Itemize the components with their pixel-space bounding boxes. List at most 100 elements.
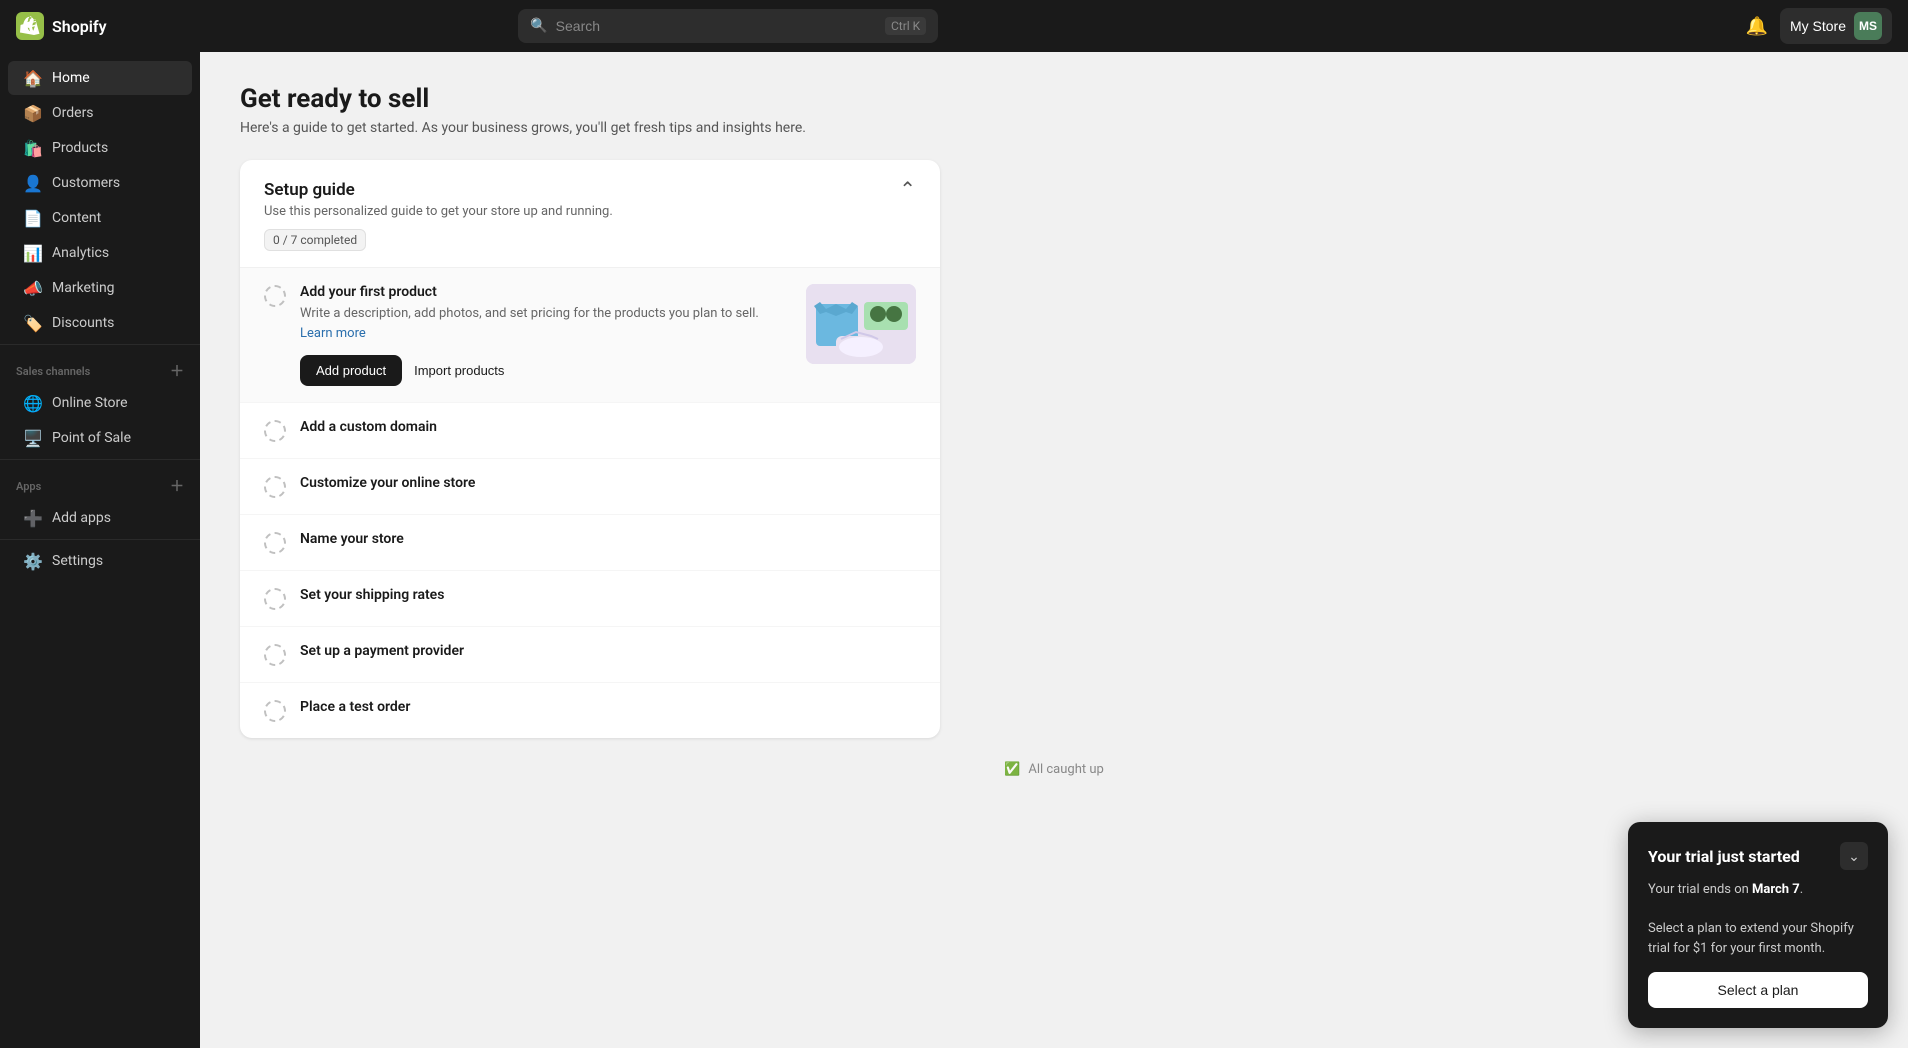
sidebar-item-analytics[interactable]: 📊 Analytics [8, 236, 192, 270]
setup-item-content-customize-store: Customize your online store [300, 475, 916, 495]
sales-channels-section: Sales channels ＋ [0, 349, 200, 385]
marketing-icon: 📣 [24, 279, 42, 297]
notifications-button[interactable]: 🔔 [1746, 16, 1768, 37]
trial-description: Select a plan to extend your Shopify tri… [1648, 921, 1854, 956]
setup-guide-card: Setup guide Use this personalized guide … [240, 160, 940, 738]
sidebar-item-point-of-sale[interactable]: 🖥️ Point of Sale [8, 421, 192, 455]
setup-item-name-store[interactable]: Name your store [240, 515, 940, 571]
store-name: My Store [1790, 18, 1846, 34]
setup-item-title-shipping-rates: Set your shipping rates [300, 587, 916, 603]
setup-item-image-product [806, 284, 916, 364]
sidebar-item-discounts[interactable]: 🏷️ Discounts [8, 306, 192, 340]
sidebar-nav-items: 🏠 Home 📦 Orders 🛍️ Products 👤 Customers … [0, 61, 200, 340]
store-button[interactable]: My Store MS [1780, 8, 1892, 44]
setup-item-test-order[interactable]: Place a test order [240, 683, 940, 738]
sidebar-item-home[interactable]: 🏠 Home [8, 61, 192, 95]
shopify-logo[interactable]: Shopify [16, 12, 107, 40]
sidebar-item-content[interactable]: 📄 Content [8, 201, 192, 235]
setup-item-check-add-product [264, 285, 286, 307]
import-products-button[interactable]: Import products [414, 355, 504, 386]
setup-item-content-payment-provider: Set up a payment provider [300, 643, 916, 663]
discounts-icon: 🏷️ [24, 314, 42, 332]
settings-icon: ⚙️ [24, 552, 42, 570]
point-of-sale-icon: 🖥️ [24, 429, 42, 447]
analytics-icon: 📊 [24, 244, 42, 262]
apps-section: Apps ＋ [0, 464, 200, 500]
all-caught-up: ✅ All caught up [240, 738, 1868, 801]
setup-item-content-shipping-rates: Set your shipping rates [300, 587, 916, 607]
trial-date: March 7 [1752, 882, 1800, 897]
trial-collapse-button[interactable]: ⌄ [1840, 842, 1868, 870]
setup-item-title-add-product: Add your first product [300, 284, 790, 300]
trial-text: Your trial ends on March 7. Select a pla… [1648, 880, 1868, 958]
sidebar-item-label: Add apps [52, 510, 111, 526]
setup-item-payment-provider[interactable]: Set up a payment provider [240, 627, 940, 683]
setup-item-shipping-rates[interactable]: Set your shipping rates [240, 571, 940, 627]
sidebar-divider-1 [0, 344, 200, 345]
setup-item-actions-add-product: Add product Import products [300, 355, 790, 386]
sidebar-item-settings[interactable]: ⚙️ Settings [8, 544, 192, 578]
sidebar-item-label: Settings [52, 553, 103, 569]
sidebar-divider-2 [0, 459, 200, 460]
setup-item-add-product[interactable]: Add your first product Write a descripti… [240, 268, 940, 403]
sales-channels-label: Sales channels [16, 365, 90, 378]
sidebar-item-label: Marketing [52, 280, 115, 296]
apps-label: Apps [16, 480, 41, 493]
search-input[interactable] [556, 18, 877, 34]
setup-item-check-name-store [264, 532, 286, 554]
sidebar-item-online-store[interactable]: 🌐 Online Store [8, 386, 192, 420]
apps-expand-icon[interactable]: ＋ [170, 476, 184, 496]
sidebar-item-label: Products [52, 140, 108, 156]
sidebar-item-label: Orders [52, 105, 94, 121]
sidebar-divider-3 [0, 539, 200, 540]
home-icon: 🏠 [24, 69, 42, 87]
search-icon: 🔍 [530, 18, 547, 34]
sidebar-item-label: Analytics [52, 245, 109, 261]
trial-text-after-date: . [1800, 882, 1803, 897]
setup-item-title-test-order: Place a test order [300, 699, 916, 715]
product-illustration [806, 284, 916, 364]
learn-more-link[interactable]: Learn more [300, 326, 366, 341]
sidebar-item-marketing[interactable]: 📣 Marketing [8, 271, 192, 305]
search-shortcut: Ctrl K [885, 17, 926, 35]
setup-item-check-payment-provider [264, 644, 286, 666]
add-product-button[interactable]: Add product [300, 355, 402, 386]
sidebar-item-label: Online Store [52, 395, 128, 411]
sidebar-item-label: Content [52, 210, 101, 226]
products-icon: 🛍️ [24, 139, 42, 157]
sidebar-item-customers[interactable]: 👤 Customers [8, 166, 192, 200]
trial-text-before-date: Your trial ends on [1648, 882, 1752, 897]
select-plan-button[interactable]: Select a plan [1648, 972, 1868, 1008]
setup-item-check-test-order [264, 700, 286, 722]
add-apps-icon: ➕ [24, 509, 42, 527]
sidebar-item-add-apps[interactable]: ➕ Add apps [8, 501, 192, 535]
sidebar-item-label: Home [52, 70, 90, 86]
sidebar-item-products[interactable]: 🛍️ Products [8, 131, 192, 165]
content-icon: 📄 [24, 209, 42, 227]
sidebar-item-label: Customers [52, 175, 120, 191]
trial-banner: Your trial just started ⌄ Your trial end… [1628, 822, 1888, 1028]
online-store-icon: 🌐 [24, 394, 42, 412]
setup-guide-desc: Use this personalized guide to get your … [264, 204, 899, 219]
setup-item-content-custom-domain: Add a custom domain [300, 419, 916, 439]
sidebar-item-label: Discounts [52, 315, 114, 331]
sidebar-item-orders[interactable]: 📦 Orders [8, 96, 192, 130]
setup-item-check-shipping-rates [264, 588, 286, 610]
setup-item-title-payment-provider: Set up a payment provider [300, 643, 916, 659]
collapse-button[interactable]: ⌃ [899, 180, 916, 200]
progress-badge: 0 / 7 completed [264, 229, 366, 251]
setup-items: Add your first product Write a descripti… [240, 267, 940, 738]
page-subtitle: Here's a guide to get started. As your b… [240, 120, 1868, 136]
sidebar-item-label: Point of Sale [52, 430, 131, 446]
search-bar[interactable]: 🔍 Ctrl K [518, 9, 938, 43]
setup-item-title-custom-domain: Add a custom domain [300, 419, 916, 435]
setup-item-customize-store[interactable]: Customize your online store [240, 459, 940, 515]
setup-item-custom-domain[interactable]: Add a custom domain [240, 403, 940, 459]
trial-banner-header: Your trial just started ⌄ [1648, 842, 1868, 870]
customers-icon: 👤 [24, 174, 42, 192]
all-caught-up-icon: ✅ [1004, 762, 1020, 777]
sales-channels-expand-icon[interactable]: ＋ [170, 361, 184, 381]
shopify-logo-icon [16, 12, 44, 40]
setup-item-check-custom-domain [264, 420, 286, 442]
setup-item-check-customize-store [264, 476, 286, 498]
